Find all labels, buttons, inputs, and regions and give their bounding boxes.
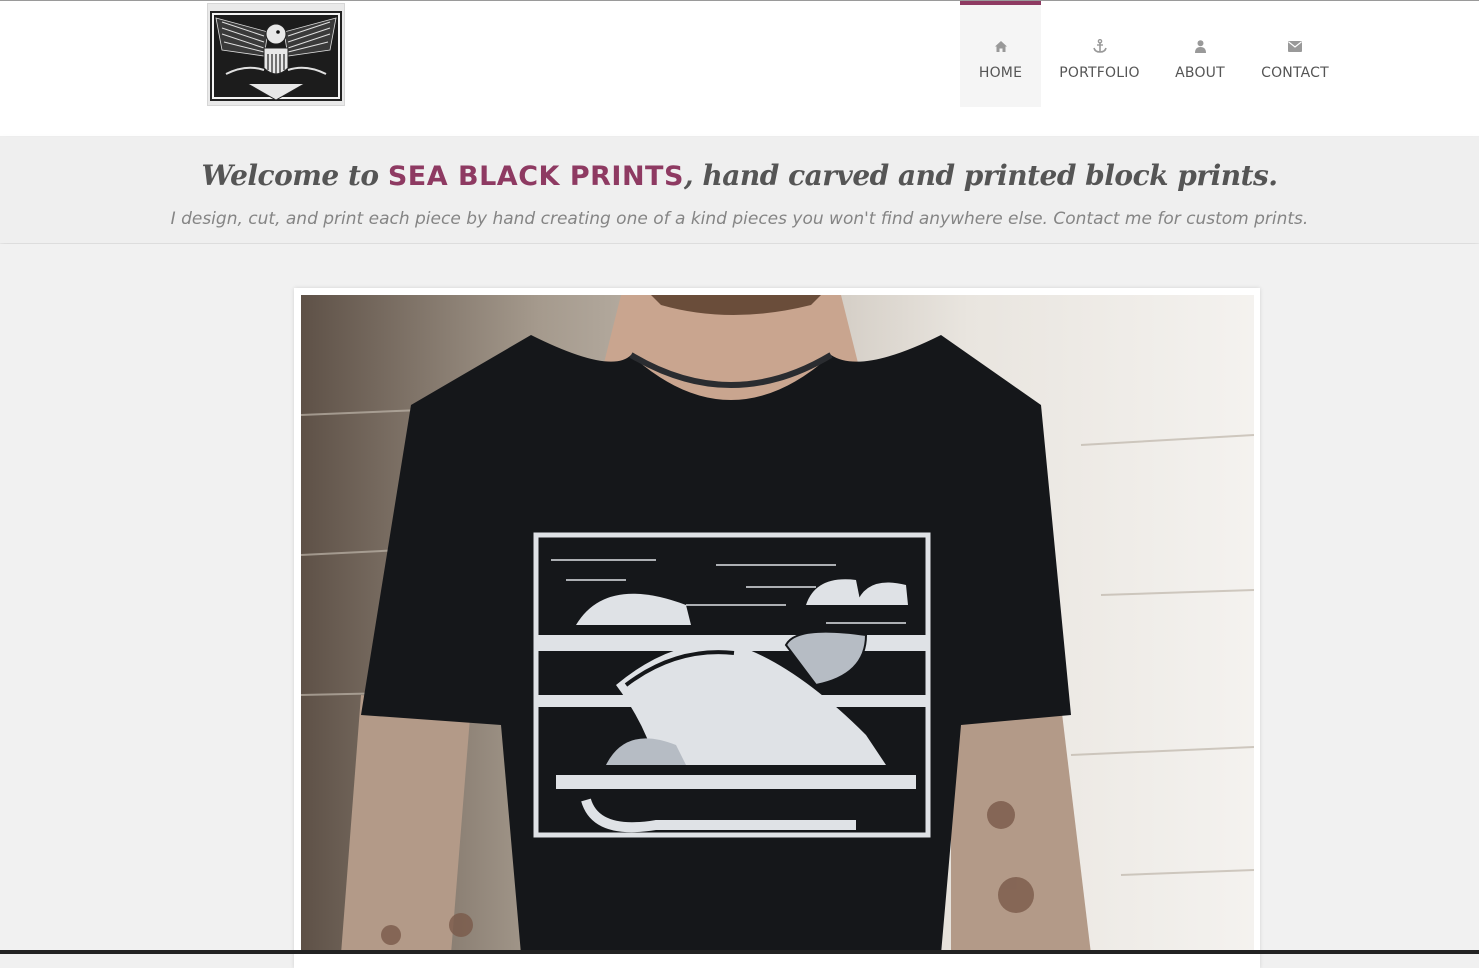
anchor-icon bbox=[1092, 37, 1107, 55]
eagle-logo-icon bbox=[210, 11, 342, 101]
brand-name: SEA BLACK PRINTS bbox=[387, 161, 684, 192]
home-icon bbox=[994, 37, 1007, 55]
featured-photo bbox=[301, 295, 1254, 954]
nav-label-portfolio: PORTFOLIO bbox=[1059, 65, 1140, 81]
nav-label-contact: CONTACT bbox=[1261, 65, 1329, 81]
envelope-icon bbox=[1288, 37, 1302, 55]
nav-label-home: HOME bbox=[978, 65, 1023, 81]
nav-item-portfolio[interactable]: PORTFOLIO bbox=[1041, 1, 1158, 107]
site-header: HOME PORTFOLIO ABOUT CONTACT bbox=[0, 1, 1479, 136]
nav-item-about[interactable]: ABOUT bbox=[1158, 1, 1242, 107]
bottom-scrollbar[interactable] bbox=[0, 950, 1479, 954]
welcome-heading: Welcome to SEA BLACK PRINTS, hand carved… bbox=[0, 159, 1479, 192]
nav-item-home[interactable]: HOME bbox=[960, 1, 1041, 107]
user-icon bbox=[1194, 37, 1206, 55]
nav-item-contact[interactable]: CONTACT bbox=[1242, 1, 1348, 107]
welcome-suffix: , hand carved and printed block prints. bbox=[683, 159, 1278, 192]
tshirt-photo-illustration bbox=[301, 295, 1254, 954]
main-nav: HOME PORTFOLIO ABOUT CONTACT bbox=[960, 1, 1348, 107]
welcome-prefix: Welcome to bbox=[201, 159, 388, 192]
welcome-section: Welcome to SEA BLACK PRINTS, hand carved… bbox=[0, 137, 1479, 243]
site-logo[interactable] bbox=[207, 3, 345, 106]
nav-label-about: ABOUT bbox=[1175, 65, 1225, 81]
welcome-tagline: I design, cut, and print each piece by h… bbox=[170, 209, 1309, 229]
